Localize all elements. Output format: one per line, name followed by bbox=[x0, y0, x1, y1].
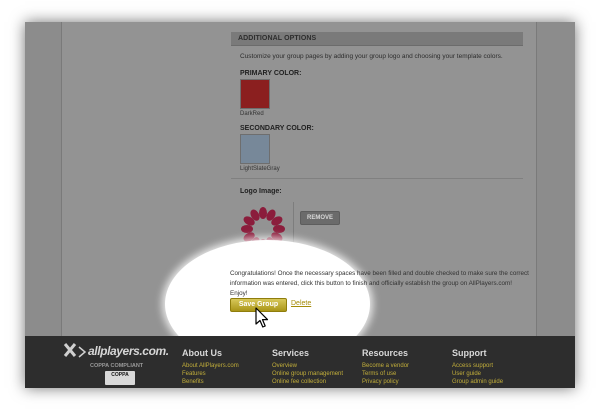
primary-color-label: PRIMARY COLOR: bbox=[240, 70, 302, 77]
footer-link[interactable]: User guide bbox=[452, 370, 503, 378]
brand-name[interactable]: allplayers.com. bbox=[88, 344, 169, 358]
coppa-badge: COPPA bbox=[105, 371, 135, 385]
secondary-color-name: LightSlateGray bbox=[240, 166, 280, 172]
footer-col-title: Services bbox=[272, 348, 310, 358]
options-help-text: Customize your group pages by adding you… bbox=[240, 53, 503, 60]
footer-link[interactable]: Group admin guide bbox=[452, 378, 503, 386]
section-divider bbox=[231, 178, 523, 179]
footer-link[interactable]: Terms of use bbox=[362, 370, 409, 378]
screenshot-frame: ADDITIONAL OPTIONS Customize your group … bbox=[25, 22, 575, 388]
secondary-color-swatch[interactable] bbox=[240, 134, 270, 164]
primary-color-swatch[interactable] bbox=[240, 79, 270, 109]
footer-col-services: Services Overview Online group managemen… bbox=[272, 348, 343, 386]
footer-link[interactable]: About AllPlayers.com bbox=[182, 362, 239, 370]
footer-col-title: Resources bbox=[362, 348, 409, 358]
section-header: ADDITIONAL OPTIONS bbox=[231, 32, 523, 46]
footer-link[interactable]: Benefits bbox=[182, 378, 239, 386]
delete-link[interactable]: Delete bbox=[291, 300, 311, 307]
primary-color-name: DarkRed bbox=[240, 111, 264, 117]
congratulations-text: Congratulations! Once the necessary spac… bbox=[230, 270, 529, 297]
footer-col-resources: Resources Become a vendor Terms of use P… bbox=[362, 348, 409, 386]
footer-link[interactable]: Overview bbox=[272, 362, 343, 370]
footer-col-title: Support bbox=[452, 348, 487, 358]
footer-link[interactable]: Become a vendor bbox=[362, 362, 409, 370]
coppa-label: COPPA COMPLIANT bbox=[90, 363, 144, 369]
footer-link[interactable]: Access support bbox=[452, 362, 503, 370]
logo-image-label: Logo Image: bbox=[240, 188, 282, 195]
footer-col-title: About Us bbox=[182, 348, 222, 358]
footer-link[interactable]: Features bbox=[182, 370, 239, 378]
footer-link[interactable]: Online group management bbox=[272, 370, 343, 378]
mouse-pointer-icon bbox=[255, 307, 269, 328]
secondary-color-label: SECONDARY COLOR: bbox=[240, 125, 314, 132]
footer-col-support: Support Access support User guide Group … bbox=[452, 348, 503, 386]
footer-link[interactable]: Privacy policy bbox=[362, 378, 409, 386]
footer-col-about: About Us About AllPlayers.com Features B… bbox=[182, 348, 239, 386]
footer-link[interactable]: Online fee collection bbox=[272, 378, 343, 386]
site-footer: allplayers.com. COPPA COMPLIANT COPPA Ab… bbox=[25, 336, 575, 388]
remove-logo-button[interactable]: REMOVE bbox=[300, 211, 340, 225]
